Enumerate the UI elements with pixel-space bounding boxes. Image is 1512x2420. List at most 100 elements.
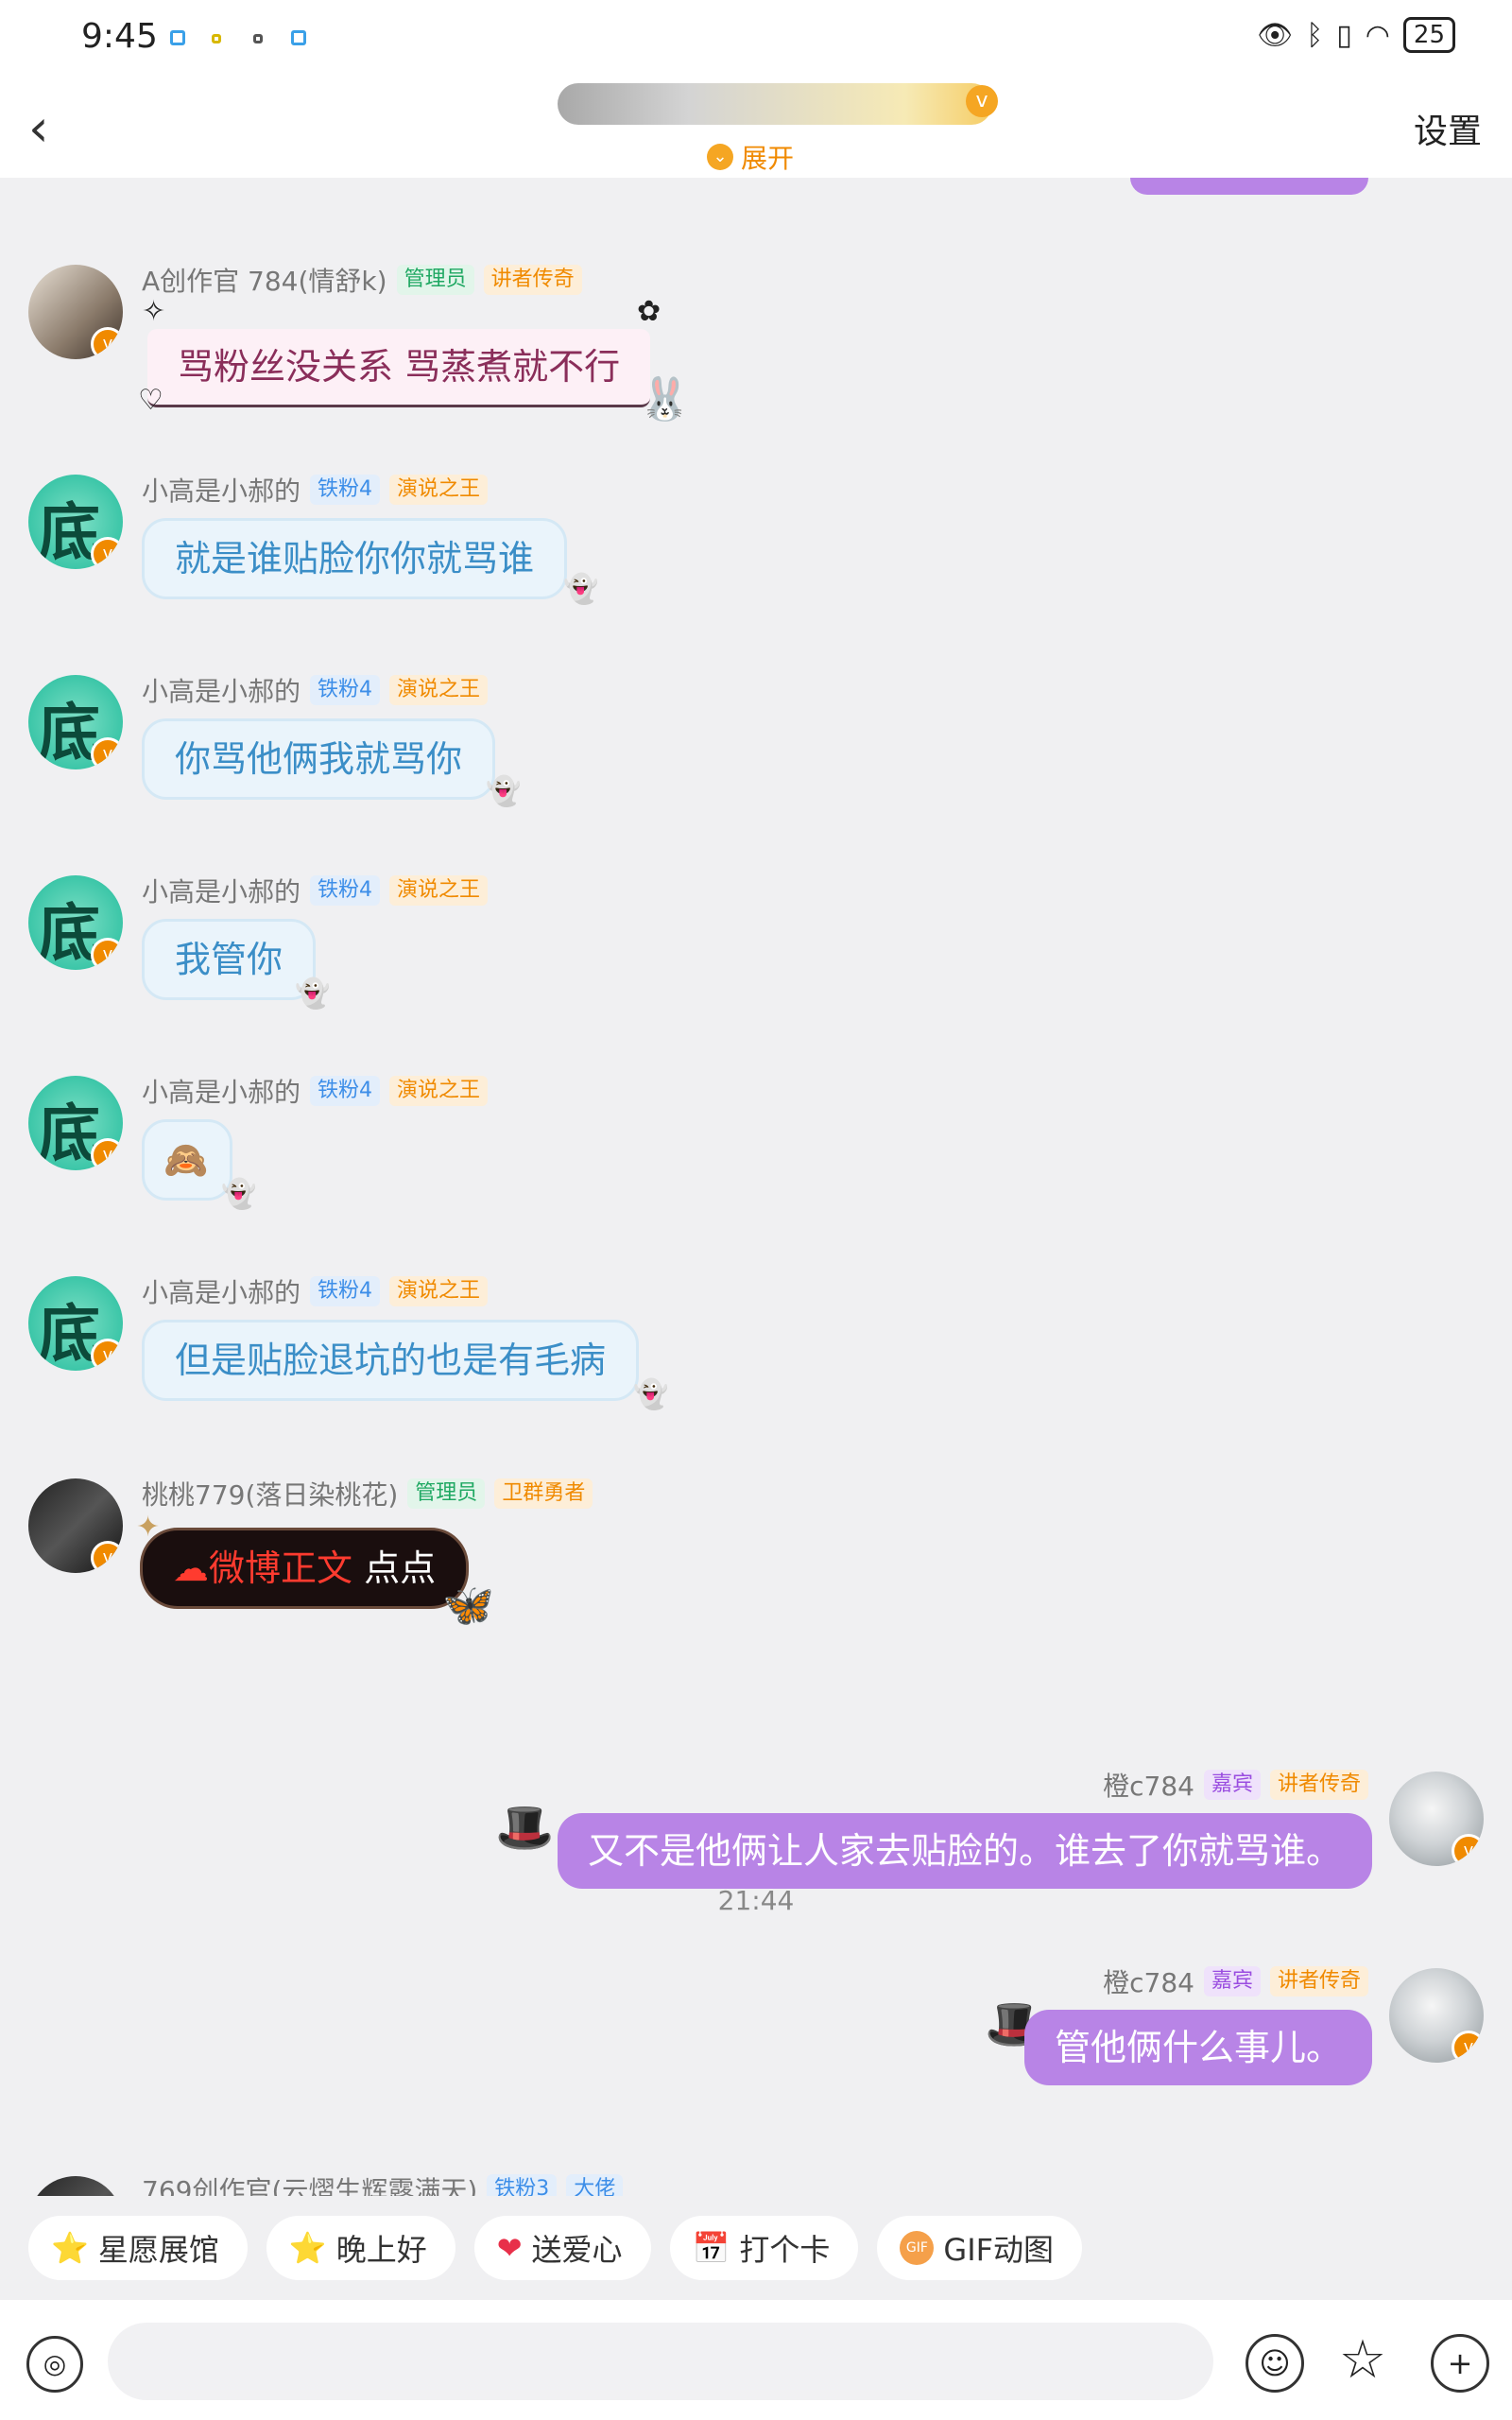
chat-header: ‹ v ⌄ 展开 设置 bbox=[0, 76, 1512, 178]
chat-message-list[interactable]: v A创作官 784(情舒k) 管理员 讲者传奇 ✧ ✿ 骂粉丝没关系 骂蒸煮就… bbox=[0, 178, 1512, 2196]
gif-icon: GIF bbox=[900, 2231, 935, 2265]
ghost-icon: 👻 bbox=[633, 1378, 669, 1411]
quick-reply-chip[interactable]: ⭐ 晚上好 bbox=[266, 2216, 455, 2280]
sender-name[interactable]: 小高是小郝的 bbox=[142, 471, 301, 509]
title-tag: 演说之王 bbox=[389, 1276, 489, 1306]
title-tag: 讲者传奇 bbox=[1269, 1770, 1368, 1800]
title-tag: 演说之王 bbox=[389, 1076, 489, 1106]
message-bubble[interactable]: 又不是他俩让人家去贴脸的。谁去了你就骂谁。 bbox=[557, 1813, 1372, 1889]
message-bubble[interactable]: 骂粉丝没关系 骂蒸煮就不行 bbox=[147, 329, 651, 407]
sender-name[interactable]: 769创作官(云熠生辉露满天) bbox=[142, 2170, 477, 2196]
message-bubble[interactable]: 就是谁贴脸你你就骂谁 bbox=[142, 518, 568, 599]
sticker-icon[interactable]: ☆ bbox=[1336, 2334, 1389, 2387]
avatar[interactable]: v bbox=[1389, 1968, 1484, 2063]
avatar[interactable]: 底v bbox=[28, 1276, 123, 1371]
verified-badge-icon: v bbox=[1452, 2031, 1484, 2063]
ghost-icon: 👻 bbox=[563, 573, 599, 606]
group-title[interactable] bbox=[558, 83, 992, 125]
expand-label: 展开 bbox=[741, 143, 795, 174]
verified-badge-icon: v bbox=[91, 938, 123, 970]
verified-badge-icon: v bbox=[1452, 1834, 1484, 1866]
role-tag: 管理员 bbox=[407, 1478, 486, 1509]
heart-outline-icon: ♡ bbox=[138, 384, 163, 417]
weibo-link[interactable]: ☁微博正文 bbox=[173, 1547, 352, 1589]
plus-icon[interactable]: + bbox=[1431, 2334, 1489, 2393]
face-emoji-icon: 🙈 bbox=[163, 1139, 209, 1181]
ghost-icon: 👻 bbox=[295, 977, 331, 1011]
message-bubble[interactable]: 你骂他俩我就骂你 bbox=[142, 718, 496, 800]
ghost-icon: 👻 bbox=[221, 1178, 257, 1211]
message-header: 橙c784 嘉宾 讲者传奇 bbox=[1103, 1766, 1368, 1804]
eye-icon: 👁 bbox=[1257, 18, 1294, 52]
avatar[interactable]: 底v bbox=[28, 675, 123, 769]
wifi-icon: ◠ bbox=[1365, 18, 1390, 52]
avatar[interactable]: v bbox=[28, 1478, 123, 1573]
vibrate-icon: ▯ bbox=[1336, 18, 1352, 52]
title-tag: 讲者传奇 bbox=[1269, 1966, 1368, 1996]
message-header: 橙c784 嘉宾 讲者传奇 bbox=[1103, 1962, 1368, 2000]
checkin-icon: 📅 bbox=[692, 2230, 730, 2266]
quick-reply-chip[interactable]: ❤ 送爱心 bbox=[473, 2216, 651, 2280]
message-header: 769创作官(云熠生辉露满天) 铁粉3 大佬 bbox=[142, 2170, 624, 2196]
message-bubble-partial bbox=[1130, 178, 1368, 195]
message-header: 小高是小郝的 铁粉4 演说之王 bbox=[142, 1272, 489, 1310]
quick-reply-bar: ⭐ 星愿展馆 ⭐ 晚上好 ❤ 送爱心 📅 打个卡 GIF GIF动图 bbox=[0, 2196, 1512, 2300]
sender-name[interactable]: 桃桃779(落日染桃花) bbox=[142, 1475, 398, 1512]
message-bubble[interactable]: 我管你 bbox=[142, 919, 317, 1000]
notification-icon bbox=[212, 34, 221, 43]
title-tag: 卫群勇者 bbox=[494, 1478, 593, 1509]
sender-name[interactable]: 橙c784 bbox=[1103, 1766, 1194, 1804]
sender-name[interactable]: 小高是小郝的 bbox=[142, 872, 301, 909]
time-divider: 21:44 bbox=[717, 1885, 795, 1916]
quick-reply-chip[interactable]: 📅 打个卡 bbox=[669, 2216, 859, 2280]
verified-badge-icon: v bbox=[91, 537, 123, 569]
weibo-icon: ☁ bbox=[173, 1547, 209, 1589]
notification-icon bbox=[170, 30, 185, 45]
message-header: 小高是小郝的 铁粉4 演说之王 bbox=[142, 872, 489, 909]
message-bubble[interactable]: 管他俩什么事儿。 bbox=[1023, 2010, 1372, 2085]
avatar[interactable] bbox=[28, 2176, 123, 2196]
sender-name[interactable]: 小高是小郝的 bbox=[142, 1072, 301, 1110]
ghost-icon: 👻 bbox=[486, 775, 522, 808]
avatar[interactable]: 底v bbox=[28, 1076, 123, 1170]
sender-name[interactable]: A创作官 784(情舒k) bbox=[142, 261, 387, 299]
bluetooth-icon: ᛒ bbox=[1306, 18, 1324, 52]
sender-name[interactable]: 橙c784 bbox=[1103, 1962, 1194, 2000]
voice-icon[interactable]: ◎ bbox=[26, 2336, 83, 2393]
message-bubble[interactable]: ☁微博正文 点点 bbox=[140, 1528, 470, 1609]
message-header: A创作官 784(情舒k) 管理员 讲者传奇 bbox=[142, 261, 582, 299]
message-text: 点点 bbox=[352, 1547, 437, 1589]
sender-name[interactable]: 小高是小郝的 bbox=[142, 1272, 301, 1310]
emoji-icon[interactable]: ☺ bbox=[1246, 2334, 1304, 2393]
role-tag: 嘉宾 bbox=[1203, 1770, 1261, 1800]
expand-button[interactable]: ⌄ 展开 bbox=[707, 138, 794, 176]
message-input[interactable] bbox=[108, 2323, 1213, 2400]
message-header: 小高是小郝的 铁粉4 演说之王 bbox=[142, 671, 489, 709]
fan-level-tag: 铁粉3 bbox=[487, 2174, 558, 2196]
back-icon[interactable]: ‹ bbox=[28, 100, 66, 157]
fan-level-tag: 铁粉4 bbox=[310, 475, 381, 505]
message-header: 小高是小郝的 铁粉4 演说之王 bbox=[142, 471, 489, 509]
fan-level-tag: 铁粉4 bbox=[310, 1276, 381, 1306]
role-tag: 管理员 bbox=[396, 265, 474, 295]
heart-icon: ❤ bbox=[496, 2230, 523, 2266]
title-tag: 演说之王 bbox=[389, 475, 489, 505]
role-tag: 嘉宾 bbox=[1203, 1966, 1261, 1996]
avatar[interactable]: v bbox=[28, 265, 123, 359]
quick-reply-chip[interactable]: GIF GIF动图 bbox=[877, 2216, 1083, 2280]
status-icons: 👁 ᛒ ▯ ◠ 25 bbox=[1257, 17, 1455, 53]
sender-name[interactable]: 小高是小郝的 bbox=[142, 671, 301, 709]
verified-badge-icon: v bbox=[91, 1138, 123, 1170]
top-hat-icon: 🎩 bbox=[495, 1800, 555, 1855]
title-tag: 演说之王 bbox=[389, 675, 489, 705]
avatar[interactable]: v bbox=[1389, 1772, 1484, 1866]
star-face-icon: ⭐ bbox=[51, 2230, 89, 2266]
avatar[interactable]: 底v bbox=[28, 475, 123, 569]
settings-button[interactable]: 设置 bbox=[1414, 104, 1482, 153]
message-bubble[interactable]: 🙈 bbox=[142, 1119, 232, 1201]
notification-icon bbox=[291, 30, 306, 45]
title-tag: 讲者传奇 bbox=[483, 265, 582, 295]
quick-reply-chip[interactable]: ⭐ 星愿展馆 bbox=[28, 2216, 248, 2280]
message-bubble[interactable]: 但是贴脸退坑的也是有毛病 bbox=[142, 1320, 640, 1401]
avatar[interactable]: 底v bbox=[28, 875, 123, 970]
